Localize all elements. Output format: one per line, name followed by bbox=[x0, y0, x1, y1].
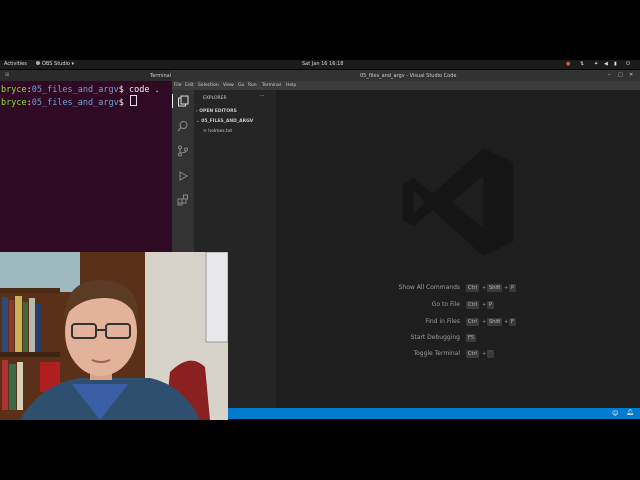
clock[interactable]: Sat Jan 16 16:18 bbox=[302, 61, 343, 68]
prompt-path: 05_files_and_argv bbox=[31, 85, 119, 95]
shortcut-plus: + bbox=[504, 285, 509, 291]
shortcut-plus: + bbox=[504, 319, 509, 325]
shortcut-key: Ctrl bbox=[466, 284, 479, 292]
terminal-titlebar: ⊞ Terminal bbox=[0, 70, 172, 81]
folder-label: 05_FILES_AND_ARGV bbox=[201, 119, 254, 124]
folder-section[interactable]: ⌄ 05_FILES_AND_ARGV bbox=[196, 119, 253, 124]
menu-go[interactable]: Go bbox=[238, 83, 244, 88]
obs-app-menu[interactable]: OBS Studio ▾ bbox=[36, 61, 74, 68]
accessibility-icon[interactable]: ✦ bbox=[594, 61, 598, 68]
menu-run[interactable]: Run bbox=[248, 83, 257, 88]
shortcut-label: Toggle Terminal bbox=[413, 350, 460, 357]
shortcut-key: P bbox=[487, 301, 495, 309]
explorer-header: EXPLORER bbox=[203, 96, 227, 101]
extensions-icon[interactable] bbox=[177, 194, 189, 206]
activities-button[interactable]: Activities bbox=[4, 61, 27, 68]
search-icon[interactable] bbox=[177, 120, 189, 132]
new-tab-icon[interactable]: ⊞ bbox=[5, 72, 9, 78]
shortcut-key: Shift bbox=[487, 318, 503, 326]
close-icon[interactable]: ✕ bbox=[629, 72, 633, 78]
terminal-line: bryce:05_files_and_argv$ bbox=[1, 95, 137, 108]
obs-icon bbox=[36, 61, 40, 65]
open-editors-label: OPEN EDITORS bbox=[199, 109, 237, 114]
vscode-menubar: File Edit Selection View Go Run Terminal… bbox=[172, 81, 640, 90]
shortcut-key: Ctrl bbox=[466, 318, 479, 326]
shortcut-key: F5 bbox=[466, 334, 477, 342]
shortcut-key: P bbox=[509, 284, 517, 292]
status-bar: ☺ 🔔︎ bbox=[228, 408, 640, 419]
shortcut-plus: + bbox=[482, 319, 487, 325]
menu-view[interactable]: View bbox=[223, 83, 234, 88]
file-item-holmes[interactable]: ≡ holmes.txt bbox=[203, 129, 232, 134]
shortcut-key: Shift bbox=[487, 284, 503, 292]
webcam-image bbox=[0, 252, 228, 420]
menu-file[interactable]: File bbox=[174, 83, 182, 88]
editor-area[interactable]: Show All Commands Ctrl + Shift + P Go to… bbox=[276, 90, 640, 408]
menu-selection[interactable]: Selection bbox=[198, 83, 219, 88]
notifications-icon[interactable]: 🔔︎ bbox=[626, 409, 634, 416]
prompt-user: bryce bbox=[1, 98, 27, 108]
shortcut-key: ` bbox=[487, 350, 494, 358]
source-control-icon[interactable] bbox=[177, 145, 189, 157]
vscode-watermark-logo bbox=[402, 148, 514, 256]
power-menu-icon[interactable]: ⏻ bbox=[626, 61, 630, 68]
record-indicator-icon[interactable]: ● bbox=[566, 61, 570, 68]
file-icon: ≡ bbox=[203, 129, 207, 134]
prompt-path: 05_files_and_argv bbox=[31, 98, 119, 108]
file-label: holmes.txt bbox=[208, 129, 233, 134]
shortcut-plus: + bbox=[482, 351, 487, 357]
more-actions-icon[interactable]: ··· bbox=[260, 94, 264, 99]
menu-terminal[interactable]: Terminal bbox=[262, 83, 281, 88]
shortcut-plus: + bbox=[482, 302, 487, 308]
vscode-window-title: 05_files_and_argv - Visual Studio Code bbox=[360, 73, 457, 79]
shortcut-key: Ctrl bbox=[466, 350, 479, 358]
volume-icon[interactable]: ◀ bbox=[604, 61, 608, 68]
explorer-icon[interactable] bbox=[177, 95, 189, 107]
shortcut-label: Start Debugging bbox=[410, 334, 460, 341]
open-editors-section[interactable]: › OPEN EDITORS bbox=[196, 109, 237, 114]
battery-icon[interactable]: ▮ bbox=[614, 61, 617, 68]
gnome-top-bar: Activities OBS Studio ▾ Sat Jan 16 16:18… bbox=[0, 60, 640, 69]
obs-app-label: OBS Studio ▾ bbox=[42, 61, 75, 67]
network-icon[interactable]: ⇅ bbox=[580, 61, 584, 68]
run-debug-icon[interactable] bbox=[177, 170, 189, 182]
shortcut-plus: + bbox=[482, 285, 487, 291]
minimize-icon[interactable]: – bbox=[608, 72, 611, 78]
menu-help[interactable]: Help bbox=[286, 83, 296, 88]
shortcut-label: Find in Files bbox=[425, 318, 460, 325]
terminal-command: code . bbox=[128, 85, 160, 95]
terminal-line: bryce:05_files_and_argv$ code . bbox=[1, 85, 160, 95]
active-indicator bbox=[172, 94, 173, 108]
shortcut-label: Show All Commands bbox=[398, 284, 460, 291]
shortcut-key: F bbox=[509, 318, 516, 326]
terminal-cursor bbox=[129, 95, 137, 106]
terminal-title: Terminal bbox=[150, 73, 172, 79]
maximize-icon[interactable]: □ bbox=[618, 72, 623, 78]
menu-edit[interactable]: Edit bbox=[185, 83, 194, 88]
shortcut-label: Go to File bbox=[431, 301, 460, 308]
vscode-titlebar: 05_files_and_argv - Visual Studio Code –… bbox=[172, 70, 640, 81]
shortcut-key: Ctrl bbox=[466, 301, 479, 309]
prompt-user: bryce bbox=[1, 85, 27, 95]
webcam-video bbox=[0, 252, 228, 420]
feedback-icon[interactable]: ☺ bbox=[612, 410, 618, 417]
